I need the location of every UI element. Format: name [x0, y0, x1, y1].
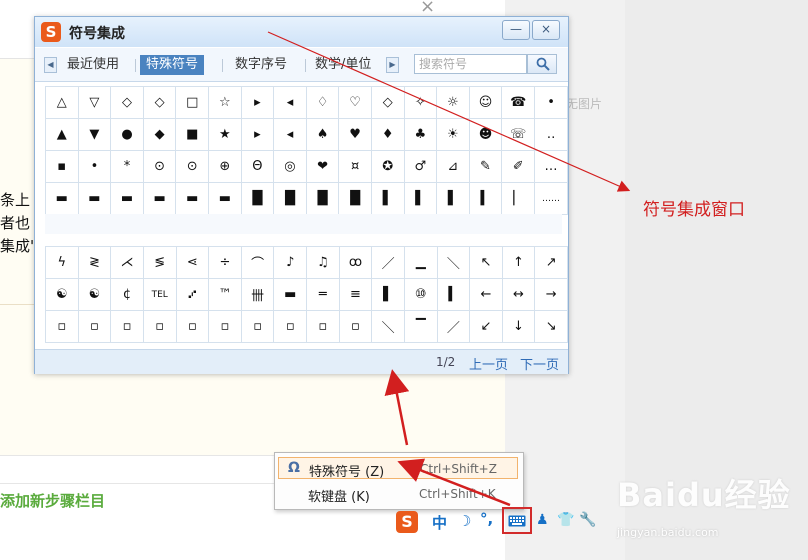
annotation-arrow-title	[267, 31, 631, 192]
watermark-url: jingyan.baidu.com	[617, 526, 719, 539]
annotation-arrow-menu	[397, 458, 511, 507]
annotation-arrow-window	[384, 369, 410, 446]
watermark-brand: Baidu经验	[617, 476, 791, 514]
baidu-watermark: Baidu经验 jingyan.baidu.com	[617, 470, 807, 540]
annotation-label: 符号集成窗口	[643, 200, 745, 220]
